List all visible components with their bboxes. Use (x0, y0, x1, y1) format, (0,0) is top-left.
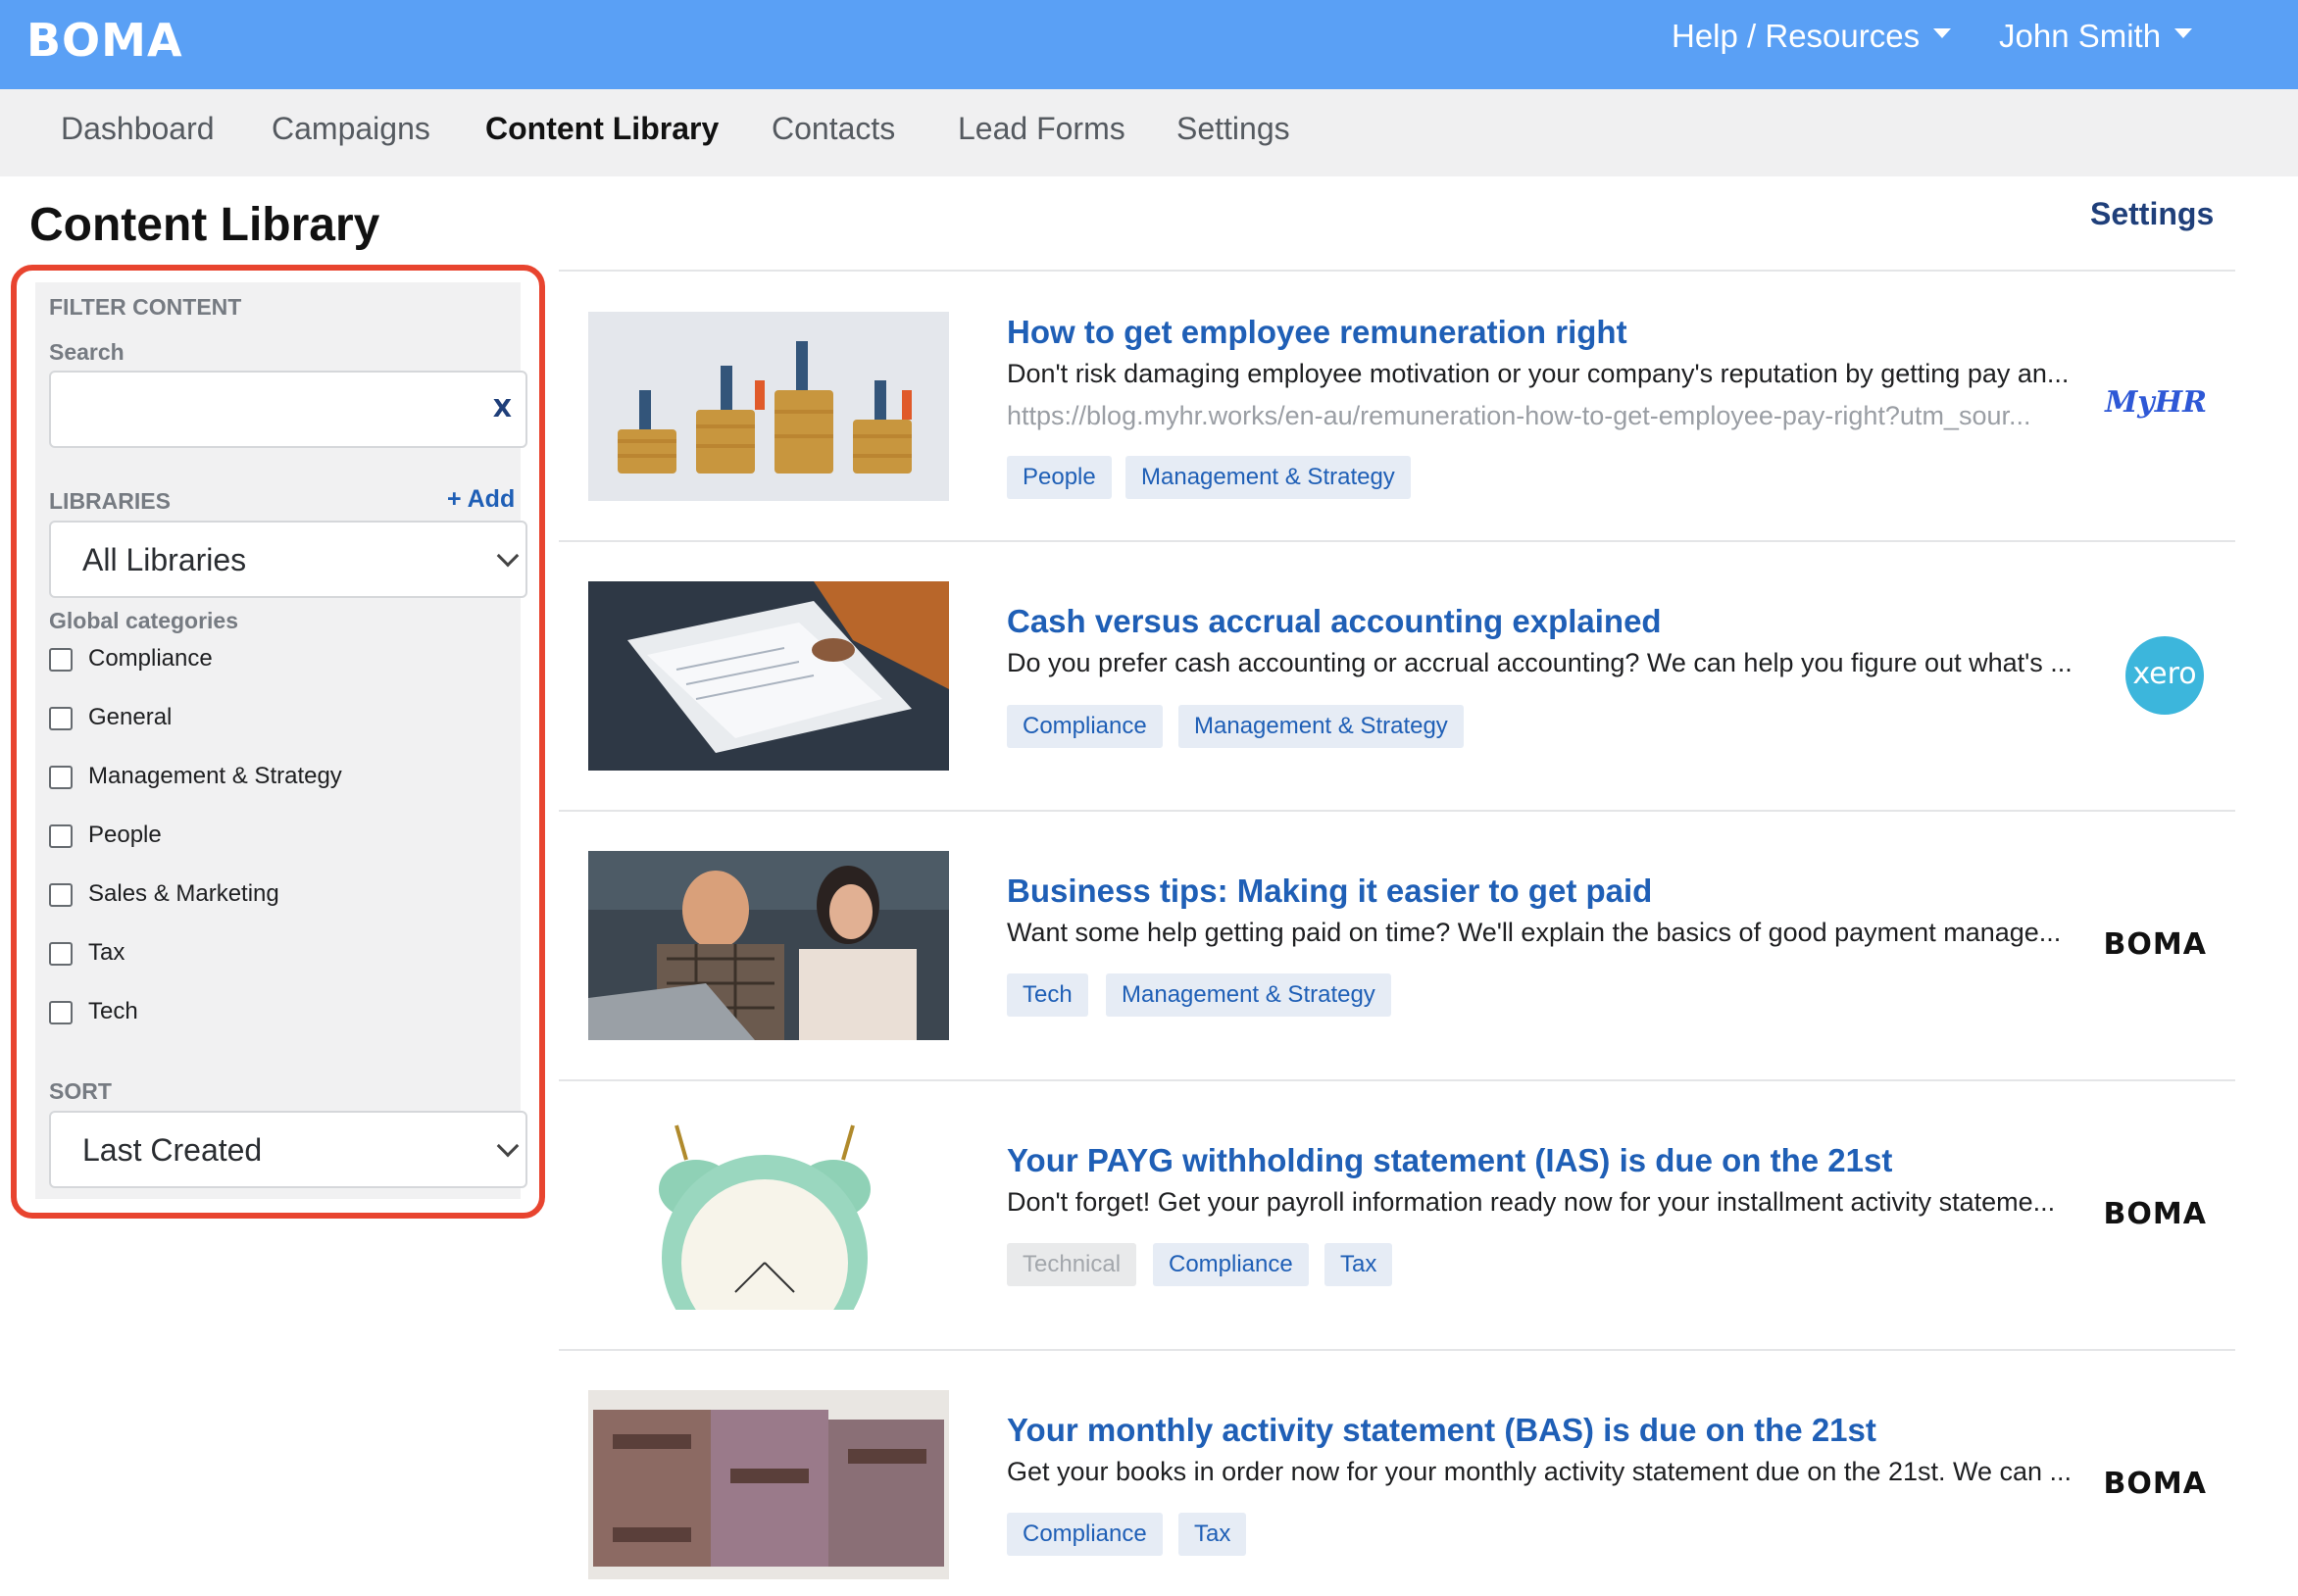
myhr-logo: MyHR (2105, 385, 2207, 420)
sort-select-value: Last Created (82, 1132, 263, 1168)
tab-contacts[interactable]: Contacts (772, 111, 895, 147)
user-name: John Smith (1999, 18, 2162, 54)
divider (559, 540, 2235, 542)
tag[interactable]: Tax (1178, 1513, 1247, 1556)
help-resources-label: Help / Resources (1672, 18, 1921, 54)
article-description: Get your books in order now for your mon… (1007, 1457, 2073, 1486)
article-description: Don't forget! Get your payroll informati… (1007, 1187, 2056, 1217)
library-select[interactable]: All Libraries (49, 521, 527, 598)
category-label: People (88, 822, 162, 848)
filter-heading: FILTER CONTENT (49, 294, 242, 320)
boma-brand-logo: BOMA (2103, 927, 2207, 962)
divider (559, 1349, 2235, 1351)
boma-brand-logo: BOMA (2103, 1467, 2207, 1501)
sort-select[interactable]: Last Created (49, 1111, 527, 1188)
article-description: Want some help getting paid on time? We'… (1007, 918, 2062, 947)
user-menu[interactable]: John Smith (1999, 18, 2193, 55)
article-url[interactable]: https://blog.myhr.works/en-au/remunerati… (1007, 401, 2030, 431)
tag[interactable]: Management & Strategy (1125, 456, 1411, 499)
tag[interactable]: Compliance (1007, 705, 1163, 748)
chevron-down-icon (496, 1134, 520, 1158)
tab-settings[interactable]: Settings (1176, 111, 1290, 147)
tab-campaigns[interactable]: Campaigns (272, 111, 430, 147)
article-title[interactable]: Cash versus accrual accounting explained (1007, 603, 1662, 640)
top-bar: BOMA Help / Resources John Smith (0, 0, 2298, 89)
checkbox[interactable] (49, 883, 73, 907)
category-label: Compliance (88, 645, 213, 672)
article-thumbnail[interactable] (588, 581, 949, 771)
category-label: Tech (88, 998, 138, 1024)
tab-dashboard[interactable]: Dashboard (61, 111, 215, 147)
divider (559, 810, 2235, 812)
checkbox[interactable] (49, 1001, 73, 1024)
article-title[interactable]: Business tips: Making it easier to get p… (1007, 873, 1652, 910)
xero-logo: xero (2125, 636, 2204, 715)
divider (559, 270, 2235, 272)
boma-logo[interactable]: BOMA (26, 14, 183, 67)
tab-lead-forms[interactable]: Lead Forms (958, 111, 1125, 147)
search-input[interactable]: X (49, 371, 527, 448)
tag[interactable]: Tech (1007, 973, 1088, 1017)
caret-down-icon (2174, 28, 2193, 39)
article-title[interactable]: Your PAYG withholding statement (IAS) is… (1007, 1142, 1892, 1179)
tab-content-library[interactable]: Content Library (485, 111, 719, 147)
page-title: Content Library (29, 199, 380, 251)
library-select-value: All Libraries (82, 542, 247, 577)
article-title[interactable]: How to get employee remuneration right (1007, 314, 1627, 351)
tag[interactable]: People (1007, 456, 1112, 499)
sort-label: SORT (49, 1078, 112, 1104)
article-description: Don't risk damaging employee motivation … (1007, 359, 2070, 388)
article-thumbnail[interactable] (588, 851, 949, 1040)
caret-down-icon (1933, 28, 1952, 39)
tag[interactable]: Compliance (1153, 1243, 1309, 1286)
tag[interactable]: Technical (1007, 1243, 1137, 1286)
checkbox[interactable] (49, 707, 73, 730)
checkbox[interactable] (49, 766, 73, 789)
category-label: Sales & Marketing (88, 880, 279, 907)
clear-search-icon[interactable]: X (493, 394, 512, 423)
article-thumbnail[interactable] (588, 1121, 949, 1310)
main-nav: Dashboard Campaigns Content Library Cont… (0, 89, 2298, 176)
article-description: Do you prefer cash accounting or accrual… (1007, 648, 2073, 677)
article-thumbnail[interactable] (588, 312, 949, 501)
category-label: Tax (88, 939, 125, 966)
tag[interactable]: Management & Strategy (1106, 973, 1391, 1017)
help-resources-menu[interactable]: Help / Resources (1672, 18, 1952, 55)
checkbox[interactable] (49, 648, 73, 672)
checkbox[interactable] (49, 942, 73, 966)
search-label: Search (49, 339, 125, 365)
article-thumbnail[interactable] (588, 1390, 949, 1579)
category-label: Management & Strategy (88, 763, 342, 789)
boma-brand-logo: BOMA (2103, 1197, 2207, 1231)
article-title[interactable]: Your monthly activity statement (BAS) is… (1007, 1412, 1876, 1449)
add-library-button[interactable]: + Add (447, 485, 515, 514)
tag[interactable]: Compliance (1007, 1513, 1163, 1556)
divider (559, 1079, 2235, 1081)
checkbox[interactable] (49, 824, 73, 848)
global-categories-label: Global categories (49, 608, 239, 633)
tag[interactable]: Tax (1324, 1243, 1393, 1286)
tag[interactable]: Management & Strategy (1178, 705, 1464, 748)
settings-link[interactable]: Settings (2090, 196, 2214, 232)
chevron-down-icon (496, 544, 520, 568)
category-label: General (88, 704, 173, 730)
libraries-label: LIBRARIES (49, 488, 171, 514)
